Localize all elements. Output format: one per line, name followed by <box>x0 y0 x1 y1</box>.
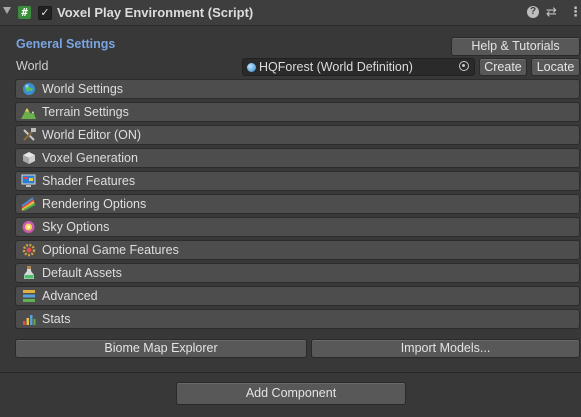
section-world-editor[interactable]: World Editor (ON) <box>15 125 580 145</box>
paint-icon <box>21 197 36 211</box>
section-sky-options[interactable]: Sky Options <box>15 217 580 237</box>
section-label: Shader Features <box>42 174 136 188</box>
mountain-icon <box>21 105 36 119</box>
section-label: Default Assets <box>42 266 122 280</box>
section-label: World Editor (ON) <box>42 128 142 142</box>
component-enabled-checkbox[interactable]: ✓ <box>38 6 52 20</box>
script-icon: # <box>18 6 31 19</box>
monitor-icon <box>21 174 36 188</box>
import-models-button[interactable]: Import Models... <box>311 339 580 358</box>
section-optional-game-features[interactable]: Optional Game Features <box>15 240 580 260</box>
world-label: World <box>16 59 49 73</box>
bar-chart-icon <box>21 312 36 326</box>
section-label: Advanced <box>42 289 98 303</box>
cube-icon <box>21 151 36 165</box>
divider <box>0 372 581 373</box>
layers-icon <box>21 289 36 303</box>
section-shader-features[interactable]: Shader Features <box>15 171 580 191</box>
section-default-assets[interactable]: Default Assets <box>15 263 580 283</box>
section-label: Rendering Options <box>42 197 147 211</box>
section-label: Voxel Generation <box>42 151 138 165</box>
world-object-field[interactable]: HQForest (World Definition) <box>242 58 475 76</box>
section-advanced[interactable]: Advanced <box>15 286 580 306</box>
help-icon[interactable]: ? <box>527 6 539 18</box>
help-tutorials-button[interactable]: Help & Tutorials <box>451 37 580 56</box>
potion-icon <box>21 266 36 280</box>
component-title: Voxel Play Environment (Script) <box>57 5 254 20</box>
section-world-settings[interactable]: World Settings <box>15 79 580 99</box>
section-terrain-settings[interactable]: Terrain Settings <box>15 102 580 122</box>
section-label: Terrain Settings <box>42 105 129 119</box>
biome-map-explorer-button[interactable]: Biome Map Explorer <box>15 339 307 358</box>
context-menu-icon[interactable]: ⋮ <box>569 4 581 20</box>
section-label: World Settings <box>42 82 124 96</box>
section-stats[interactable]: Stats <box>15 309 580 329</box>
preset-icon[interactable]: ⇄ <box>546 4 557 20</box>
section-label: Sky Options <box>42 220 110 234</box>
component-header: # ✓ Voxel Play Environment (Script) ? ⇄ … <box>0 0 581 26</box>
section-rendering-options[interactable]: Rendering Options <box>15 194 580 214</box>
section-label: Stats <box>42 312 71 326</box>
world-value: HQForest (World Definition) <box>259 60 413 74</box>
globe-icon <box>21 82 36 96</box>
tools-icon <box>21 128 36 142</box>
object-picker-icon[interactable] <box>459 61 469 71</box>
gear-icon <box>21 243 36 257</box>
sky-icon <box>21 220 36 234</box>
section-voxel-generation[interactable]: Voxel Generation <box>15 148 580 168</box>
foldout-arrow-icon[interactable] <box>3 7 11 14</box>
add-component-button[interactable]: Add Component <box>176 382 406 405</box>
general-settings-title: General Settings <box>16 37 116 51</box>
world-definition-icon <box>247 63 256 72</box>
create-button[interactable]: Create <box>479 58 527 76</box>
section-label: Optional Game Features <box>42 243 179 257</box>
locate-button[interactable]: Locate <box>531 58 580 76</box>
